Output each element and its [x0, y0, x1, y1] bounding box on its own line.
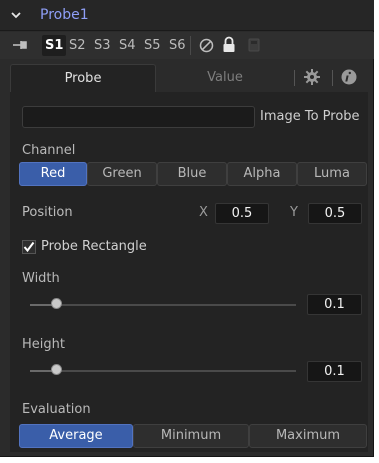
version-slot-s1[interactable]: S1 [45, 38, 63, 53]
version-toolbar: S1 S2 S3 S4 S5 S6 [0, 32, 374, 59]
tab-value-label: Value [207, 70, 243, 85]
lock-icon[interactable] [222, 36, 236, 53]
tab-divider [332, 70, 333, 86]
channel-button-red[interactable]: Red [19, 162, 87, 186]
info-icon[interactable] [340, 68, 358, 86]
inspector-panel: Probe1 S1 S2 S3 S4 S5 S6 Probe Value Ima… [0, 0, 374, 457]
version-slot-s3[interactable]: S3 [94, 38, 111, 53]
position-label: Position [22, 205, 73, 220]
version-slot-s6[interactable]: S6 [169, 38, 186, 53]
pass-through-icon[interactable] [199, 38, 214, 53]
version-slot-s2[interactable]: S2 [69, 38, 86, 53]
pin-icon[interactable] [12, 38, 30, 52]
evaluation-label: Evaluation [22, 402, 91, 417]
version-slot-s4[interactable]: S4 [119, 38, 136, 53]
channel-button-alpha[interactable]: Alpha [227, 162, 297, 186]
cache-icon[interactable] [248, 38, 260, 52]
version-slot-s5[interactable]: S5 [144, 38, 161, 53]
height-slider-track[interactable] [30, 370, 296, 372]
height-slider-handle[interactable] [51, 364, 62, 375]
chevron-down-icon[interactable] [9, 7, 23, 23]
channel-button-green[interactable]: Green [87, 162, 157, 186]
tab-probe[interactable]: Probe [10, 64, 156, 92]
tool-header[interactable]: Probe1 [0, 0, 374, 31]
tab-divider [294, 70, 295, 86]
position-y-label: Y [290, 205, 298, 220]
position-x-label: X [199, 205, 208, 220]
probe-rectangle-label: Probe Rectangle [41, 239, 147, 254]
image-to-probe-field[interactable] [22, 106, 255, 128]
channel-label: Channel [22, 143, 76, 158]
channel-button-luma[interactable]: Luma [297, 162, 367, 186]
width-slider-track[interactable] [30, 304, 296, 306]
toolbar-divider [190, 36, 191, 55]
evaluation-button-maximum[interactable]: Maximum [249, 424, 367, 448]
position-y-field[interactable]: 0.5 [308, 203, 362, 224]
tab-value[interactable]: Value [156, 64, 294, 92]
tab-probe-label: Probe [64, 71, 102, 86]
tool-name: Probe1 [40, 7, 89, 23]
position-x-field[interactable]: 0.5 [215, 203, 269, 224]
image-to-probe-label: Image To Probe [260, 109, 360, 124]
width-label: Width [22, 271, 60, 286]
height-value-field[interactable]: 0.1 [307, 361, 362, 382]
evaluation-button-minimum[interactable]: Minimum [133, 424, 249, 448]
height-label: Height [22, 337, 65, 352]
width-value-field[interactable]: 0.1 [307, 294, 362, 315]
probe-rectangle-checkbox[interactable] [22, 240, 36, 254]
evaluation-button-average[interactable]: Average [19, 424, 133, 448]
width-slider-handle[interactable] [51, 298, 62, 309]
channel-button-blue[interactable]: Blue [157, 162, 227, 186]
gear-icon[interactable] [303, 68, 321, 86]
